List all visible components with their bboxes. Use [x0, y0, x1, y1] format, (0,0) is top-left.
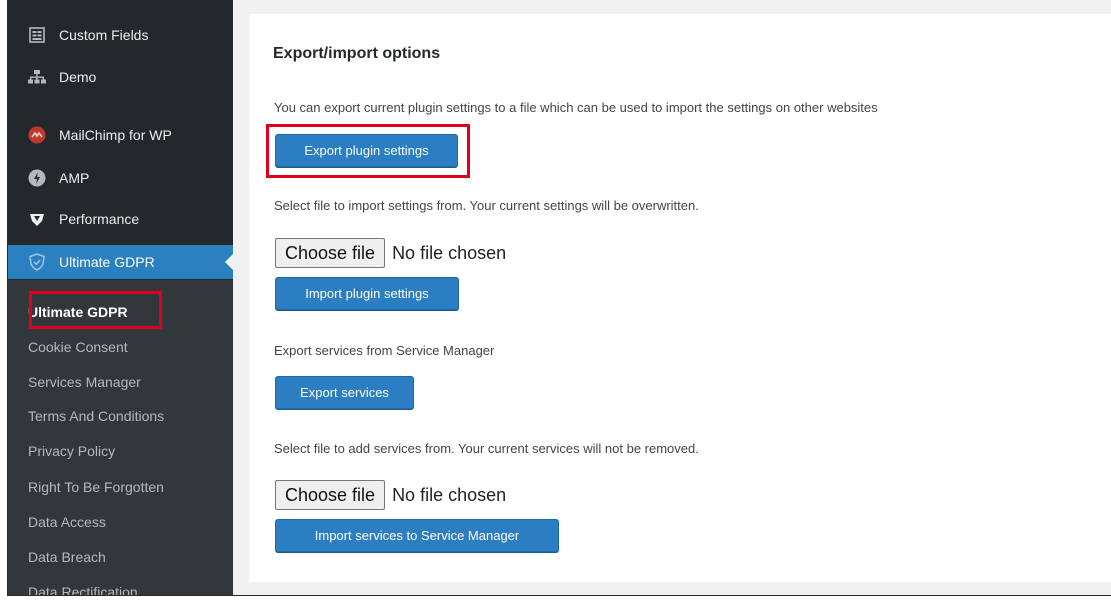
sidebar-item-mailchimp[interactable]: MailChimp for WP [8, 118, 233, 152]
sitemap-icon [27, 67, 47, 87]
mailchimp-icon [27, 125, 47, 145]
import-services-file-input[interactable]: Choose file No file chosen [275, 480, 506, 510]
submenu-item-data-breach[interactable]: Data Breach [28, 540, 106, 574]
active-indicator-arrow [225, 254, 233, 270]
export-description: You can export current plugin settings t… [274, 100, 878, 115]
sidebar-item-label: AMP [59, 170, 90, 186]
export-services-button[interactable]: Export services [275, 376, 414, 409]
sidebar-item-label: Ultimate GDPR [59, 254, 155, 270]
screenshot-frame: Custom Fields Demo MailChimp for WP AMP [7, 0, 1111, 596]
sidebar-item-ultimate-gdpr[interactable]: Ultimate GDPR [8, 245, 233, 279]
submenu-item-services-manager[interactable]: Services Manager [28, 365, 141, 399]
submenu-item-privacy-policy[interactable]: Privacy Policy [28, 434, 115, 468]
choose-file-button[interactable]: Choose file [275, 238, 386, 268]
submenu-item-data-rectification[interactable]: Data Rectification [28, 575, 138, 595]
page-title: Export/import options [273, 45, 441, 62]
amp-icon [27, 168, 47, 188]
submenu-item-data-access[interactable]: Data Access [28, 505, 106, 539]
import-services-button[interactable]: Import services to Service Manager [275, 519, 559, 552]
choose-file-button[interactable]: Choose file [275, 480, 386, 510]
file-status-text: No file chosen [392, 242, 507, 263]
sidebar-item-label: MailChimp for WP [59, 127, 172, 143]
submenu-item-terms[interactable]: Terms And Conditions [28, 399, 164, 433]
sidebar-item-performance[interactable]: Performance [8, 202, 233, 236]
import-settings-file-input[interactable]: Choose file No file chosen [275, 238, 506, 268]
highlight-box-submenu [29, 291, 162, 329]
admin-sidebar: Custom Fields Demo MailChimp for WP AMP [8, 0, 233, 595]
submenu-item-cookie-consent[interactable]: Cookie Consent [28, 330, 128, 364]
submenu-item-right-to-be-forgotten[interactable]: Right To Be Forgotten [28, 470, 164, 504]
shield-icon [27, 252, 47, 272]
services-import-description: Select file to add services from. Your c… [274, 441, 699, 456]
sidebar-item-label: Custom Fields [59, 27, 149, 43]
highlight-box-export [266, 124, 470, 178]
sidebar-item-custom-fields[interactable]: Custom Fields [8, 18, 233, 52]
import-plugin-settings-button[interactable]: Import plugin settings [275, 277, 459, 310]
custom-fields-icon [27, 25, 47, 45]
sidebar-item-demo[interactable]: Demo [8, 60, 233, 94]
sidebar-item-amp[interactable]: AMP [8, 161, 233, 195]
performance-icon [27, 209, 47, 229]
services-export-description: Export services from Service Manager [274, 343, 495, 358]
import-description: Select file to import settings from. You… [274, 198, 699, 213]
sidebar-item-label: Demo [59, 69, 97, 85]
file-status-text: No file chosen [392, 484, 507, 505]
sidebar-item-label: Performance [59, 211, 140, 227]
